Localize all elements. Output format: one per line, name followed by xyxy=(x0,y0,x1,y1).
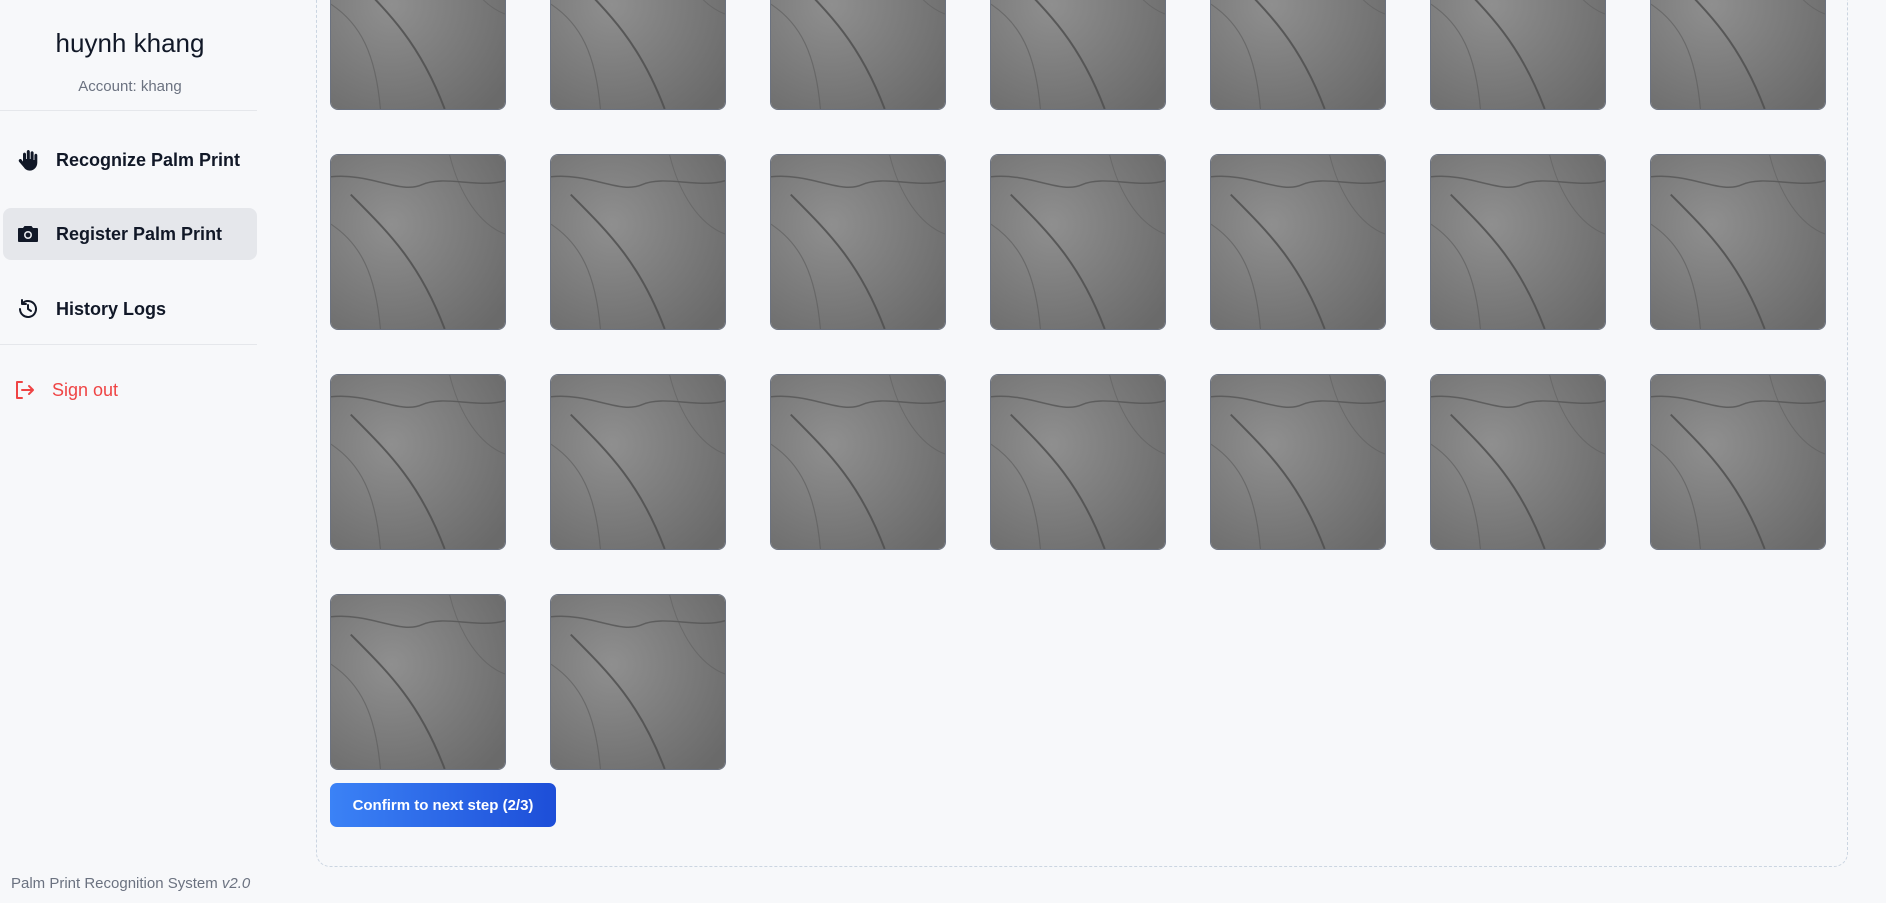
footer-app-name: Palm Print Recognition System xyxy=(11,875,218,892)
captured-palm-image[interactable] xyxy=(550,154,726,330)
nav-label: History Logs xyxy=(56,299,167,319)
sign-out-label: Sign out xyxy=(52,380,119,400)
captured-palm-image[interactable] xyxy=(550,374,726,550)
captured-palm-image[interactable] xyxy=(990,0,1166,110)
captured-palm-image[interactable] xyxy=(330,0,506,110)
account-label: Account: khang xyxy=(78,78,182,95)
captured-palm-image[interactable] xyxy=(1210,154,1386,330)
sign-out-icon xyxy=(16,381,34,399)
captured-palm-image[interactable] xyxy=(770,0,946,110)
user-name: huynh khang xyxy=(55,28,205,58)
captured-palm-image[interactable] xyxy=(330,594,506,770)
captured-palm-image[interactable] xyxy=(550,594,726,770)
captured-palm-image[interactable] xyxy=(1210,374,1386,550)
camera-icon xyxy=(18,226,38,242)
captured-palm-image[interactable] xyxy=(1650,154,1826,330)
footer-version: v2.0 xyxy=(221,875,251,892)
nav-item-recognize-palm-print[interactable]: Recognize Palm Print xyxy=(3,134,257,186)
nav-label: Recognize Palm Print xyxy=(56,150,241,170)
captured-palm-image[interactable] xyxy=(1430,374,1606,550)
history-icon xyxy=(19,299,37,318)
captured-palm-image[interactable] xyxy=(990,154,1166,330)
captured-palm-image[interactable] xyxy=(330,154,506,330)
hand-icon xyxy=(18,150,38,171)
captured-palm-image[interactable] xyxy=(1430,154,1606,330)
divider xyxy=(0,110,257,111)
sign-out-button[interactable]: Sign out xyxy=(10,375,160,405)
captured-palm-image[interactable] xyxy=(770,374,946,550)
nav-item-register-palm-print[interactable]: Register Palm Print xyxy=(3,208,257,260)
sidebar: huynh khang Account: khang Recognize Pal… xyxy=(0,0,271,903)
captured-palm-image[interactable] xyxy=(1650,0,1826,110)
captured-palm-image[interactable] xyxy=(550,0,726,110)
divider xyxy=(0,344,257,345)
captured-palm-image[interactable] xyxy=(1650,374,1826,550)
captured-palm-image[interactable] xyxy=(1210,0,1386,110)
captured-palm-image[interactable] xyxy=(1430,0,1606,110)
captured-palm-image[interactable] xyxy=(330,374,506,550)
nav-item-history-logs[interactable]: History Logs xyxy=(3,283,257,335)
captured-palm-image[interactable] xyxy=(990,374,1166,550)
footer: Palm Print Recognition System v2.0 xyxy=(11,875,250,892)
confirm-next-step-button[interactable]: Confirm to next step (2/3) xyxy=(330,783,556,827)
captured-palm-image[interactable] xyxy=(770,154,946,330)
nav-label: Register Palm Print xyxy=(56,224,223,244)
